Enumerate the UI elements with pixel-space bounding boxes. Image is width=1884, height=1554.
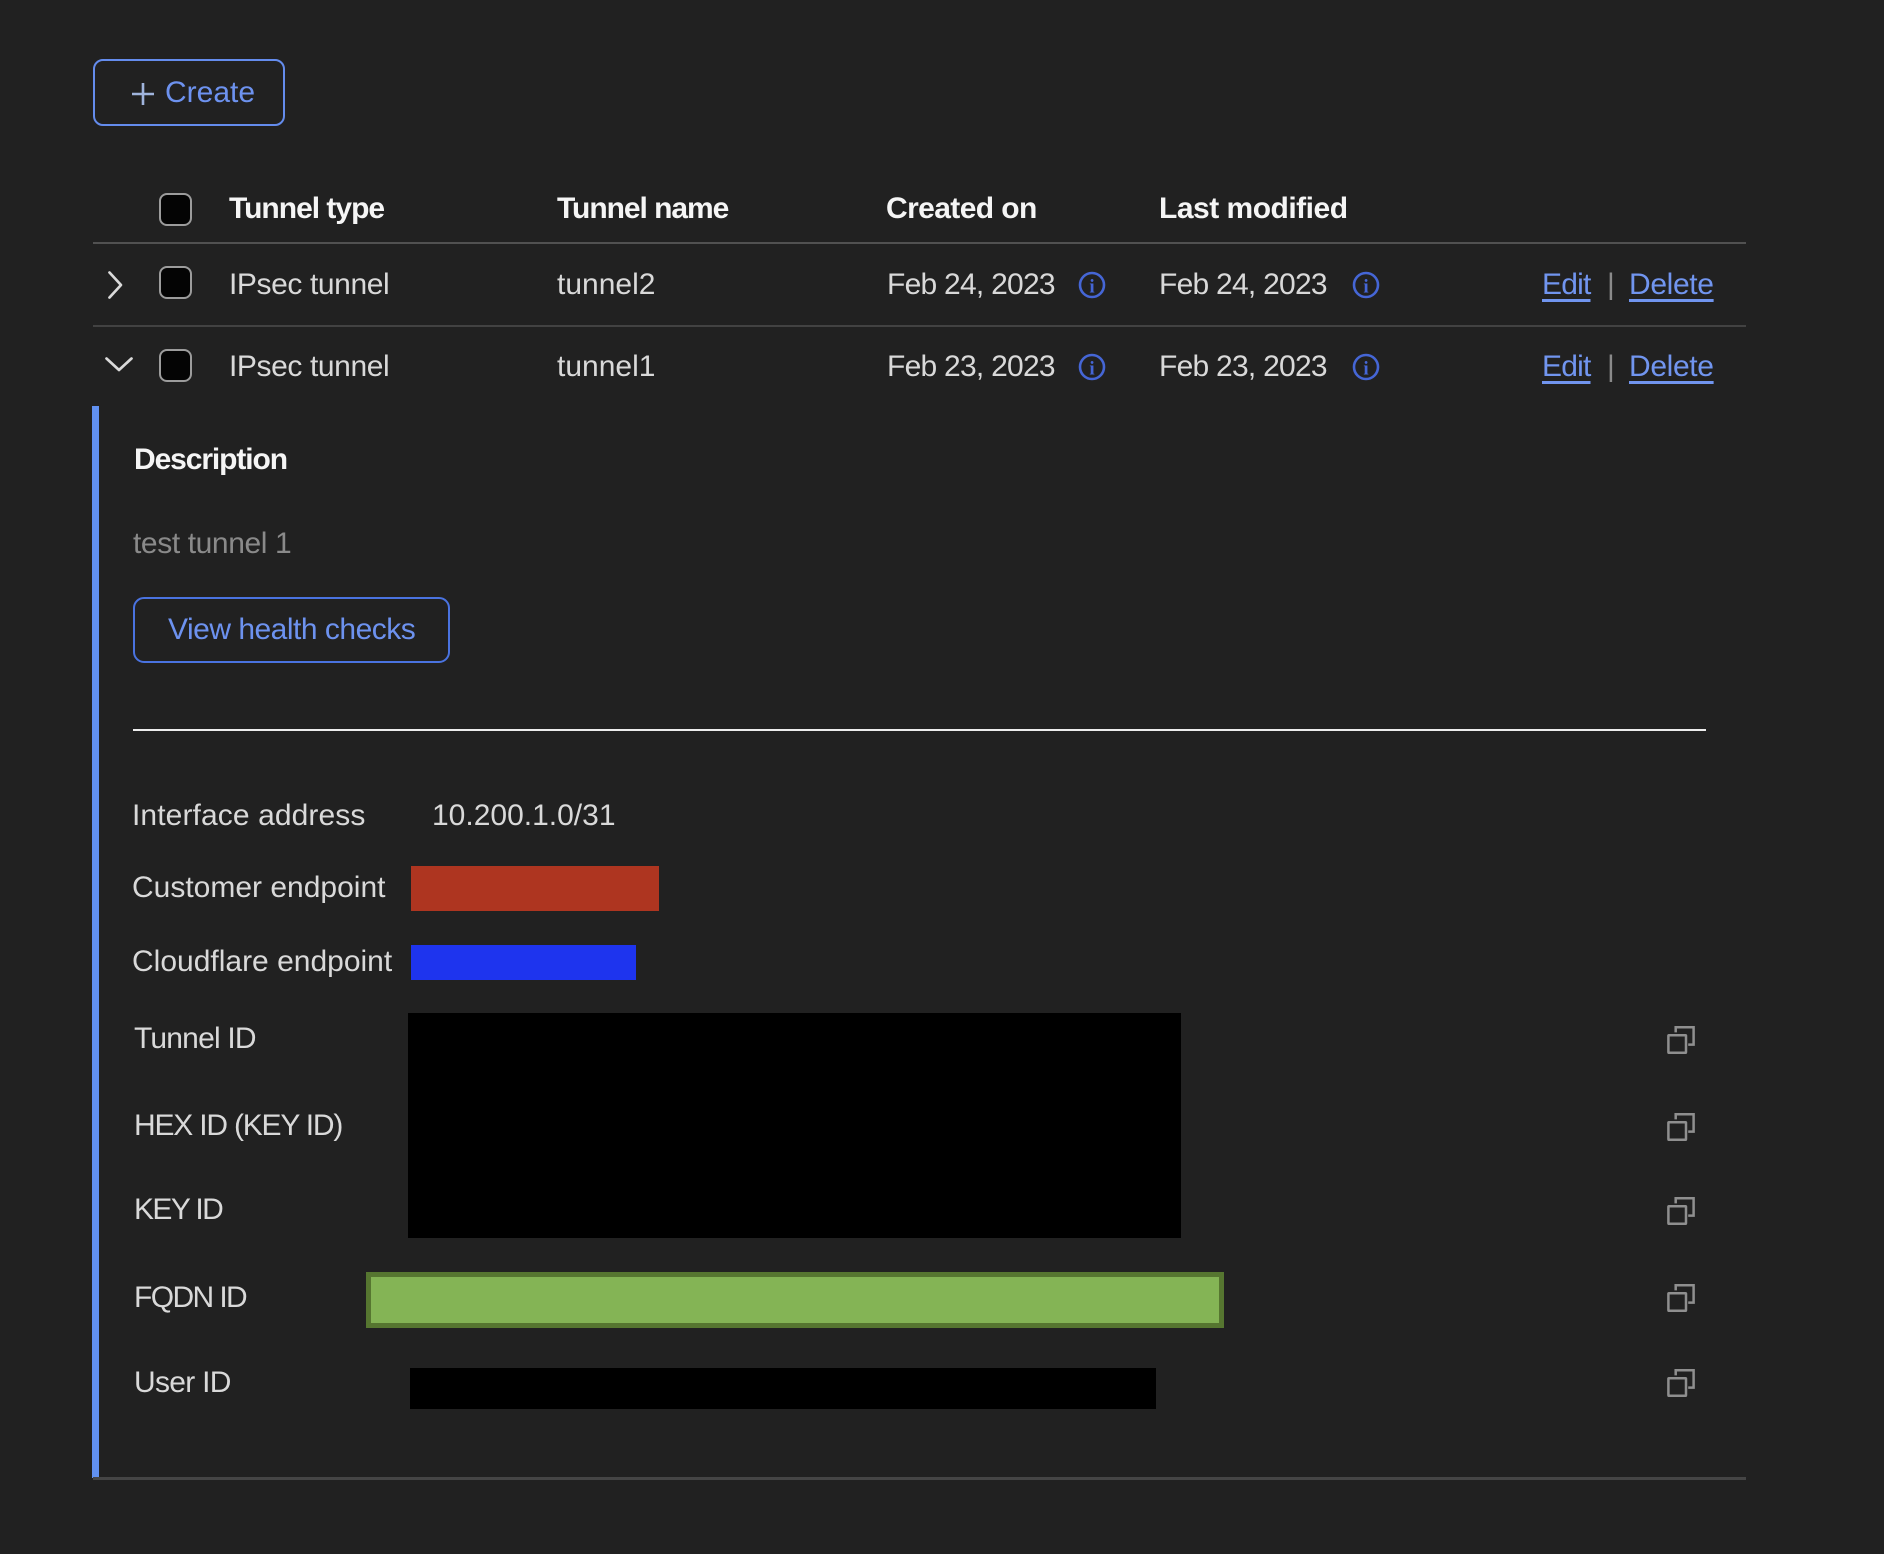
svg-text:i: i: [1089, 277, 1094, 298]
svg-text:i: i: [1363, 359, 1368, 380]
svg-text:i: i: [1089, 359, 1094, 380]
svg-text:i: i: [1363, 277, 1368, 298]
